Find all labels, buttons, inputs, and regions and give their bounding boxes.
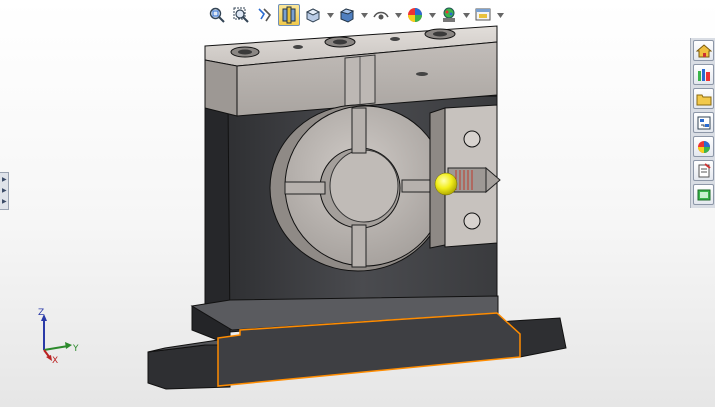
chevron-right-icon: ▶ xyxy=(2,198,7,205)
design-library-icon[interactable] xyxy=(693,64,714,85)
x-axis-label: X xyxy=(52,356,58,364)
feature-manager-toggle[interactable]: ▶ ▶ ▶ xyxy=(0,172,9,210)
y-axis-label: Y xyxy=(72,344,79,354)
task-pane-tabs xyxy=(690,38,715,208)
graphics-area[interactable]: ▶ ▶ ▶ Z Y X xyxy=(0,0,715,407)
ball xyxy=(434,172,458,196)
custom-properties-icon[interactable] xyxy=(693,160,714,181)
zoom-to-area-icon[interactable] xyxy=(230,4,252,26)
chevron-down-icon[interactable] xyxy=(360,4,368,26)
heads-up-view-toolbar xyxy=(206,2,504,28)
chevron-down-icon[interactable] xyxy=(394,4,402,26)
view-settings-icon[interactable] xyxy=(472,4,494,26)
view-orientation-icon[interactable] xyxy=(302,4,324,26)
part-model[interactable] xyxy=(0,0,715,407)
chevron-down-icon[interactable] xyxy=(428,4,436,26)
hide-show-items-icon[interactable] xyxy=(370,4,392,26)
apply-scene-icon[interactable] xyxy=(438,4,460,26)
chevron-down-icon[interactable] xyxy=(462,4,470,26)
z-axis-label: Z xyxy=(38,308,44,318)
display-style-icon[interactable] xyxy=(336,4,358,26)
top-block-side xyxy=(204,59,238,117)
file-explorer-icon[interactable] xyxy=(693,88,714,109)
chevron-right-icon: ▶ xyxy=(2,176,7,183)
previous-view-icon[interactable] xyxy=(254,4,276,26)
section-view-icon[interactable] xyxy=(278,4,300,26)
chevron-down-icon[interactable] xyxy=(496,4,504,26)
reference-triad: Z Y X xyxy=(38,308,79,364)
home-icon[interactable] xyxy=(693,40,714,61)
appearances-icon[interactable] xyxy=(693,136,714,157)
recognizer-icon[interactable] xyxy=(693,184,714,205)
chevron-down-icon[interactable] xyxy=(326,4,334,26)
zoom-to-fit-icon[interactable] xyxy=(206,4,228,26)
chevron-right-icon: ▶ xyxy=(2,187,7,194)
edit-appearance-icon[interactable] xyxy=(404,4,426,26)
view-palette-icon[interactable] xyxy=(693,112,714,133)
